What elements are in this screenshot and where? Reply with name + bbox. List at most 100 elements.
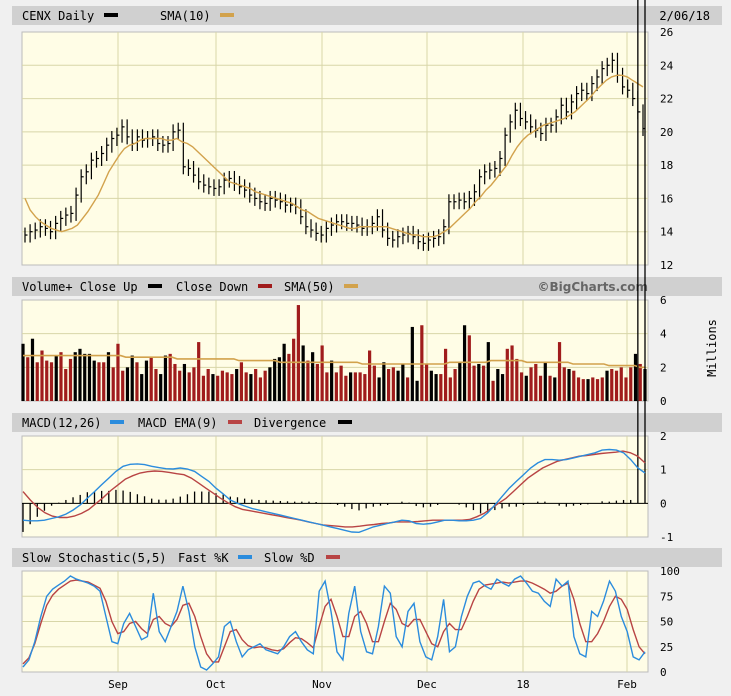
volume-bar	[59, 352, 63, 401]
volume-bar	[420, 325, 424, 401]
volume-bar	[368, 350, 372, 401]
volume-bar	[268, 367, 272, 401]
slow-d-label: Slow %D	[264, 551, 315, 565]
volume-bar	[548, 375, 552, 401]
volume-bar	[610, 369, 614, 401]
volume-bar	[462, 325, 467, 401]
volume-bar	[116, 343, 120, 401]
volume-bar	[111, 367, 115, 401]
volume-bar	[377, 377, 381, 401]
volume-bar	[586, 379, 590, 401]
y-tick-label: 2	[660, 361, 667, 374]
divergence-legend-swatch	[338, 420, 352, 424]
y-tick-label: 24	[660, 59, 674, 72]
volume-bar	[534, 363, 538, 401]
volume-bar	[187, 372, 191, 401]
y-tick-label: 50	[660, 616, 673, 629]
y-tick-label: 0	[660, 497, 667, 510]
volume-bar	[553, 377, 557, 401]
volume-bar	[230, 374, 234, 401]
volume-label: Volume+ Close Up	[22, 280, 138, 294]
volume-bar	[287, 353, 291, 401]
volume-bar	[64, 369, 68, 401]
y-tick-label: 0	[660, 395, 667, 408]
volume-bar	[178, 370, 182, 401]
volume-bar	[30, 338, 35, 401]
sma10-label: SMA(10)	[160, 9, 211, 23]
volume-bar	[239, 362, 244, 401]
y-tick-label: 22	[660, 93, 673, 106]
volume-bar	[472, 365, 476, 401]
macd-legend-swatch	[110, 420, 124, 424]
volume-bar	[45, 360, 49, 401]
y-tick-label: -1	[660, 531, 673, 544]
volume-bar	[391, 367, 395, 401]
volume-bar	[334, 372, 338, 401]
volume-bar	[491, 380, 495, 401]
volume-bar	[163, 355, 168, 401]
volume-bar	[106, 352, 111, 401]
volume-bar	[486, 342, 490, 401]
volume-bar	[591, 377, 595, 401]
volume-bar	[453, 369, 457, 401]
volume-bar	[282, 343, 286, 401]
volume-bar	[614, 370, 619, 401]
volume-bar	[529, 367, 533, 401]
volume-bar	[168, 353, 172, 401]
y-tick-label: 100	[660, 565, 680, 578]
y-tick-label: 4	[660, 328, 667, 341]
y-tick-label: 6	[660, 294, 667, 307]
date-label: 2/06/18	[659, 9, 710, 23]
volume-bar	[382, 362, 386, 401]
volume-bar	[258, 377, 263, 401]
volume-bar	[40, 350, 44, 401]
x-tick-label: Nov	[312, 678, 332, 691]
y-tick-label: 25	[660, 641, 673, 654]
sma50-label: SMA(50)	[284, 280, 335, 294]
macd-label: MACD(12,26)	[22, 416, 101, 430]
volume-bar	[54, 355, 58, 401]
volume-bar	[206, 369, 210, 401]
volume-bar	[78, 348, 82, 401]
volume-axis-label: Millions	[705, 319, 719, 377]
volume-bar	[140, 374, 144, 401]
volume-bar	[339, 365, 343, 401]
volume-bar	[581, 379, 585, 401]
volume-bar	[301, 345, 305, 401]
volume-bar	[49, 362, 54, 401]
symbol-label: CENX Daily	[22, 9, 94, 23]
volume-bar	[35, 362, 39, 401]
close-down-label: Close Down	[176, 280, 248, 294]
volume-bar	[130, 355, 134, 401]
volume-up-swatch	[148, 284, 162, 288]
volume-bar	[538, 375, 543, 401]
volume-bar	[481, 365, 486, 401]
volume-bar	[211, 374, 215, 401]
x-tick-label: Sep	[108, 678, 128, 691]
volume-bar	[296, 305, 300, 401]
volume-bar	[87, 353, 92, 401]
volume-bar	[505, 348, 509, 401]
slow-d-legend-swatch	[326, 555, 340, 559]
volume-bar	[97, 362, 101, 401]
volume-bar	[424, 363, 429, 401]
volume-bar	[144, 360, 149, 401]
fast-k-legend-swatch	[238, 555, 252, 559]
volume-bar	[633, 353, 638, 401]
volume-bar	[216, 375, 220, 401]
volume-bar	[135, 362, 139, 401]
y-tick-label: 12	[660, 259, 673, 272]
y-tick-label: 14	[660, 226, 674, 239]
volume-bar	[595, 379, 600, 401]
volume-bar	[619, 367, 623, 401]
volume-bar	[273, 358, 277, 401]
volume-bar	[315, 363, 319, 401]
volume-bar	[330, 360, 334, 401]
volume-bar	[500, 374, 505, 401]
volume-bar	[387, 369, 391, 401]
x-tick-label: 18	[516, 678, 529, 691]
volume-bar	[429, 370, 433, 401]
volume-bar	[197, 342, 201, 401]
y-tick-label: 16	[660, 192, 673, 205]
volume-bar	[372, 365, 376, 401]
